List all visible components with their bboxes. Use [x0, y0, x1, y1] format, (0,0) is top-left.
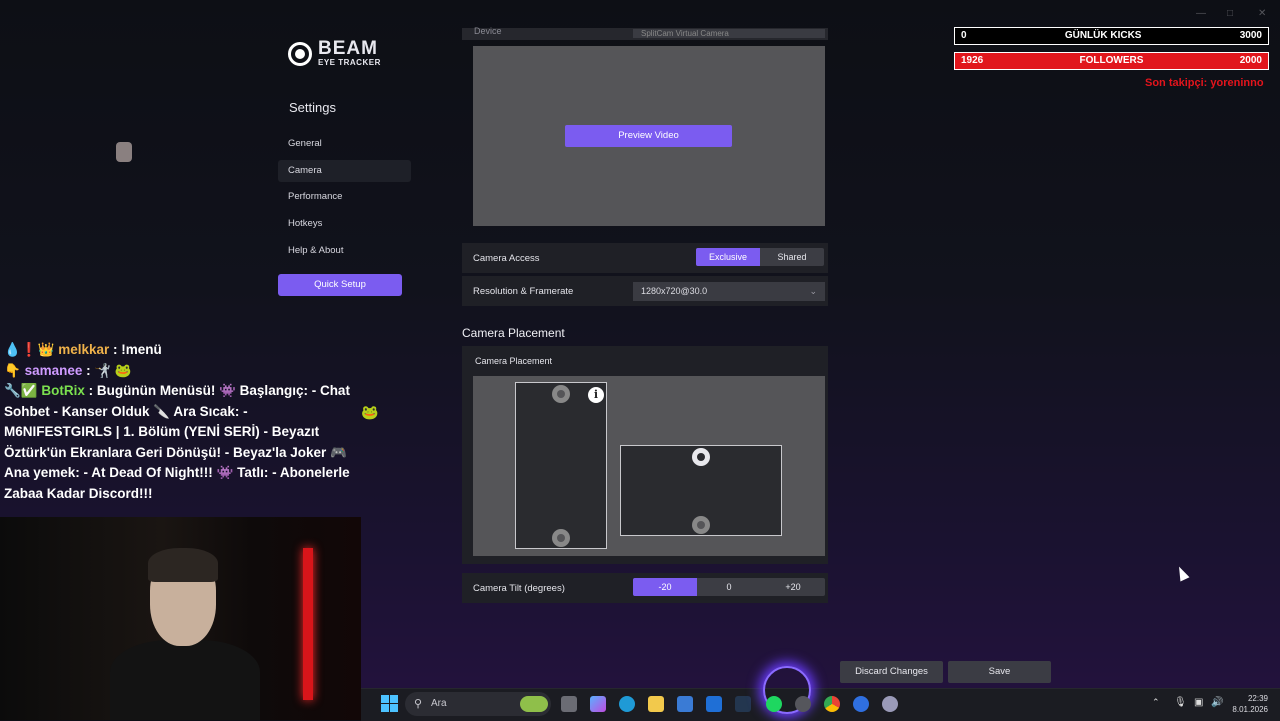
mail-icon[interactable]: [706, 696, 722, 712]
steam-icon[interactable]: [735, 696, 751, 712]
discard-changes-button[interactable]: Discard Changes: [840, 661, 943, 683]
daily-kicks-counter: 0 GÜNLÜK KICKS 3000: [954, 27, 1269, 45]
beam-logo: BEAM EYE TRACKER: [288, 38, 381, 67]
camera-access-row: Camera Access Exclusive Shared: [462, 243, 828, 273]
horizontal-monitor[interactable]: [620, 445, 782, 536]
chrome-icon[interactable]: [824, 696, 840, 712]
logo-subtitle: EYE TRACKER: [318, 58, 381, 67]
quick-setup-button[interactable]: Quick Setup: [278, 274, 402, 296]
close-icon[interactable]: ✕: [1258, 8, 1266, 19]
chat-text: :: [86, 362, 91, 378]
nav-performance[interactable]: Performance: [278, 186, 411, 208]
resolution-label: Resolution & Framerate: [473, 286, 574, 297]
clock-time: 22:39: [1247, 694, 1268, 703]
kicks-current: 0: [961, 30, 967, 41]
camera-slot-bottom-icon[interactable]: [552, 529, 570, 547]
nav-general[interactable]: General: [278, 133, 411, 155]
store-icon[interactable]: [677, 696, 693, 712]
nav-camera[interactable]: Camera: [278, 160, 411, 182]
beam-eye-tracker-icon[interactable]: [882, 696, 898, 712]
resolution-select[interactable]: 1280x720@30.0 ⌄: [633, 282, 825, 301]
microphone-icon[interactable]: 🎙: [1174, 697, 1187, 708]
device-select[interactable]: SplitCam Virtual Camera: [633, 29, 825, 38]
chat-message: 💧❗👑 melkkar : !menü: [4, 342, 162, 357]
placement-label: Camera Placement: [475, 356, 553, 366]
last-follower-text: Son takipçi: yoreninno: [1145, 77, 1264, 89]
camera-position-icon[interactable]: [692, 448, 710, 466]
resolution-value: 1280x720@30.0: [641, 286, 708, 296]
chat-text: : Bugünün Menüsü! 👾 Başlangıç: - Chat So…: [4, 383, 350, 501]
network-icon[interactable]: ▣: [1194, 697, 1203, 708]
chat-message: 👇 samanee : 🤺 🐸: [4, 362, 132, 378]
beam-logo-icon: [288, 41, 312, 66]
emote-icon: 🐸: [361, 404, 379, 420]
access-shared[interactable]: Shared: [760, 248, 824, 266]
followers-current: 1926: [961, 55, 984, 66]
streamer-shirt: [110, 640, 260, 720]
edge-icon[interactable]: [619, 696, 635, 712]
stream-chat: 💧❗👑 melkkar : !menü 👇 samanee : 🤺 🐸 🔧✅ B…: [4, 340, 356, 504]
copilot-icon[interactable]: [590, 696, 606, 712]
streamer-hair: [148, 548, 218, 582]
maximize-icon[interactable]: □: [1227, 8, 1233, 19]
camera-slot-bottom-icon[interactable]: [692, 516, 710, 534]
camera-access-toggle: Exclusive Shared: [696, 248, 824, 266]
chat-username: BotRix: [41, 383, 85, 398]
vertical-monitor[interactable]: i: [515, 382, 607, 549]
app-icon[interactable]: [795, 696, 811, 712]
nav-help-about[interactable]: Help & About: [278, 240, 411, 262]
access-exclusive[interactable]: Exclusive: [696, 248, 760, 266]
tilt-0[interactable]: 0: [697, 578, 761, 596]
camera-tilt-toggle: -20 0 +20: [633, 578, 825, 596]
chevron-down-icon: ⌄: [809, 286, 817, 296]
volume-icon[interactable]: 🔊: [1211, 697, 1223, 708]
neon-light: [303, 548, 313, 700]
tray-chevron-icon[interactable]: ⌃: [1152, 697, 1160, 708]
followers-title: FOLLOWERS: [1079, 55, 1144, 66]
mouse-cursor-icon: [1174, 564, 1190, 582]
device-label: Device: [474, 26, 502, 36]
kicks-goal: 3000: [1239, 30, 1262, 41]
clock-date: 8.01.2026: [1232, 705, 1268, 714]
news-widget-icon[interactable]: [520, 696, 548, 712]
task-view-icon[interactable]: [561, 696, 577, 712]
search-icon: ⚲: [414, 698, 423, 710]
chat-text: : !menü: [113, 342, 162, 357]
power-app-icon[interactable]: [853, 696, 869, 712]
preview-video-button[interactable]: Preview Video: [565, 125, 732, 147]
chat-username: melkkar: [58, 342, 110, 357]
tilt-minus-20[interactable]: -20: [633, 578, 697, 596]
search-placeholder: Ara: [431, 698, 447, 709]
spotify-icon[interactable]: [766, 696, 782, 712]
clock[interactable]: 22:39 8.01.2026: [1228, 693, 1268, 715]
chat-message: 🔧✅ BotRix : Bugünün Menüsü! 👾 Başlangıç:…: [4, 383, 350, 501]
camera-access-label: Camera Access: [473, 253, 540, 264]
save-button[interactable]: Save: [948, 661, 1051, 683]
tilt-plus-20[interactable]: +20: [761, 578, 825, 596]
logo-title: BEAM: [318, 38, 378, 59]
camera-tilt-row: Camera Tilt (degrees) -20 0 +20: [462, 573, 828, 603]
start-icon[interactable]: [381, 695, 398, 712]
placement-section-title: Camera Placement: [462, 326, 565, 340]
camera-slot-top-icon[interactable]: [552, 385, 570, 403]
file-explorer-icon[interactable]: [648, 696, 664, 712]
sprite-icon: [116, 142, 132, 162]
nav-hotkeys[interactable]: Hotkeys: [278, 213, 411, 235]
chat-username: samanee: [24, 362, 83, 378]
info-icon[interactable]: i: [588, 387, 604, 403]
kicks-title: GÜNLÜK KICKS: [1064, 30, 1142, 41]
minimize-icon[interactable]: —: [1196, 8, 1206, 19]
camera-tilt-label: Camera Tilt (degrees): [473, 583, 565, 594]
followers-counter: 1926 FOLLOWERS 2000: [954, 52, 1269, 70]
settings-title: Settings: [289, 100, 336, 115]
followers-goal: 2000: [1239, 55, 1262, 66]
